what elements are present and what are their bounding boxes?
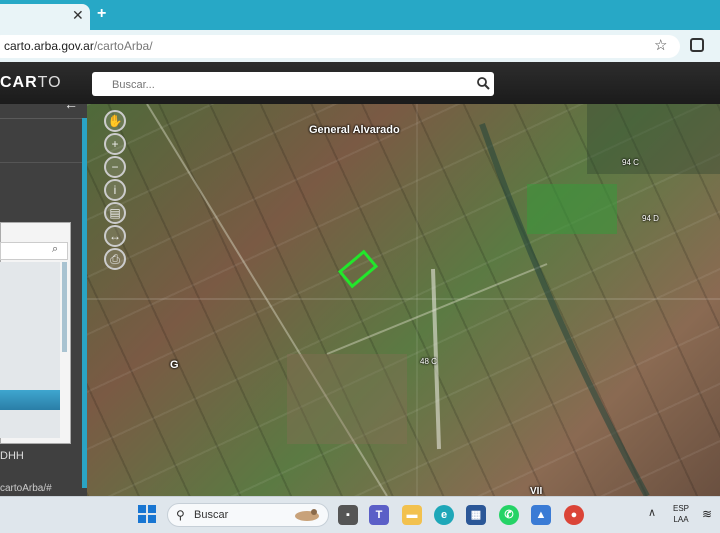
- search-input[interactable]: [110, 76, 474, 94]
- url-text[interactable]: carto.arba.gov.ar/cartoArba/: [4, 39, 153, 53]
- wifi-icon[interactable]: ≋: [702, 507, 712, 521]
- edge-icon[interactable]: e: [434, 505, 454, 525]
- search-icon[interactable]: [476, 76, 490, 90]
- store-icon[interactable]: ▦: [466, 505, 486, 525]
- popup-list: [0, 262, 60, 438]
- map-label-zone: G: [170, 359, 179, 371]
- tray-chevron-up-icon[interactable]: ∧: [648, 506, 656, 519]
- search-icon: ⚲: [176, 508, 185, 522]
- teams-icon[interactable]: T: [369, 505, 389, 525]
- panel-divider: [0, 118, 84, 119]
- url-host: carto.arba.gov.ar: [4, 39, 94, 53]
- map-label-parcel: 48 C: [420, 357, 437, 366]
- windows-start-icon[interactable]: [138, 505, 156, 523]
- lang-layout: LAA: [673, 515, 689, 524]
- url-path: /cartoArba/: [93, 39, 153, 53]
- panel-divider: [0, 162, 84, 163]
- layers-icon[interactable]: ▤: [104, 202, 126, 224]
- pan-hand-icon[interactable]: ✋: [104, 110, 126, 132]
- zoom-out-icon[interactable]: −: [104, 156, 126, 178]
- map-label-parcel: 94 D: [642, 214, 659, 223]
- extensions-icon[interactable]: [690, 38, 704, 52]
- carto-logo: CARTO: [0, 74, 62, 92]
- chrome-icon[interactable]: ●: [564, 505, 584, 525]
- info-icon[interactable]: i: [104, 179, 126, 201]
- zoom-in-icon[interactable]: +: [104, 133, 126, 155]
- whatsapp-icon[interactable]: ✆: [499, 505, 519, 525]
- windows-taskbar: [0, 496, 720, 533]
- bookmark-star-icon[interactable]: ☆: [654, 36, 667, 54]
- file-icon[interactable]: ▪: [338, 505, 358, 525]
- status-link: cartoArba/#: [0, 483, 52, 494]
- taskbar-search-label: Buscar: [194, 509, 229, 521]
- browser-tabstrip: [0, 0, 720, 30]
- print-icon[interactable]: ⎙: [104, 248, 126, 270]
- close-tab-icon[interactable]: ✕: [72, 7, 84, 24]
- collapse-panel-icon[interactable]: ←: [64, 96, 78, 112]
- map-label-general-alvarado: General Alvarado: [309, 124, 400, 136]
- map-label-parcel: 94 C: [622, 158, 639, 167]
- folder-icon[interactable]: ▬: [402, 505, 422, 525]
- measure-icon[interactable]: ↔: [104, 225, 126, 247]
- logo-light: TO: [37, 74, 62, 91]
- logo-bold: CAR: [0, 74, 38, 91]
- popup-scrollbar[interactable]: [62, 262, 67, 352]
- search-icon[interactable]: ⌕: [52, 243, 58, 256]
- new-tab-button[interactable]: +: [97, 5, 106, 23]
- search-highlight-image: [295, 509, 319, 521]
- panel-text: DHH: [0, 450, 24, 462]
- lang-code: ESP: [672, 504, 689, 513]
- popup-selected-item[interactable]: [0, 390, 60, 410]
- language-indicator[interactable]: ESP LAA: [671, 503, 691, 525]
- photos-icon[interactable]: ▲: [531, 505, 551, 525]
